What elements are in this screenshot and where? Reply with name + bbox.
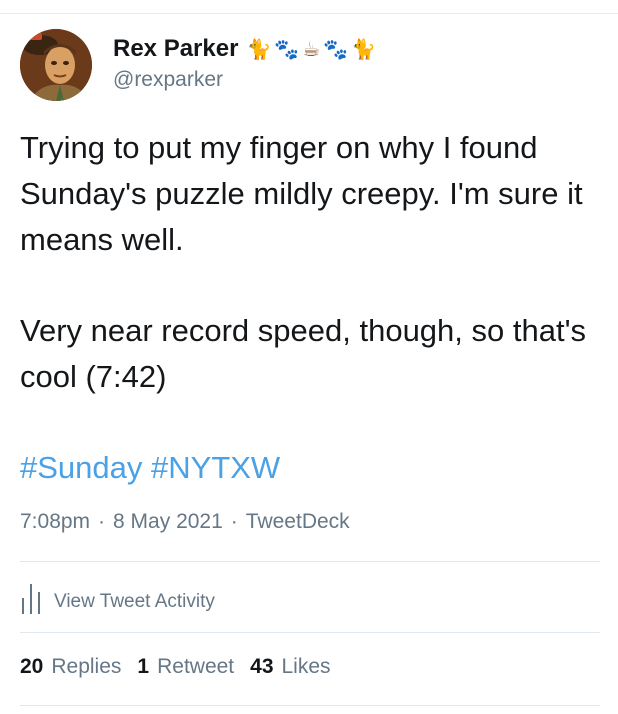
top-divider bbox=[0, 13, 618, 14]
tweet-meta: 7:08pm · 8 May 2021 · TweetDeck bbox=[20, 510, 350, 534]
retweets-label: Retweet bbox=[157, 655, 235, 678]
view-tweet-activity-label: View Tweet Activity bbox=[54, 590, 215, 612]
display-name[interactable]: Rex Parker bbox=[113, 35, 238, 63]
tweet-paragraph: Very near record speed, though, so that'… bbox=[20, 313, 586, 394]
avatar-illustration bbox=[20, 29, 92, 101]
cat-icon: 🐈 bbox=[351, 37, 376, 61]
divider bbox=[20, 705, 600, 706]
name-emojis: 🐈 🐾 ☕ 🐾 🐈 bbox=[246, 39, 379, 59]
retweets-stat[interactable]: 1 Retweet bbox=[137, 655, 234, 679]
tweet-date[interactable]: 8 May 2021 bbox=[113, 510, 223, 534]
hashtag-link[interactable]: #Sunday bbox=[20, 450, 142, 485]
coffee-icon: ☕ bbox=[302, 37, 321, 61]
likes-count: 43 bbox=[250, 655, 274, 678]
cat-icon: 🐈 bbox=[246, 37, 272, 61]
paw-prints-icon: 🐾 bbox=[323, 37, 349, 61]
meta-separator: · bbox=[230, 510, 238, 533]
divider bbox=[20, 561, 600, 562]
hashtag-link[interactable]: #NYTXW bbox=[151, 450, 280, 485]
user-names: Rex Parker 🐈 🐾 ☕ 🐾 🐈 @rexparker bbox=[113, 32, 379, 92]
name-row: Rex Parker 🐈 🐾 ☕ 🐾 🐈 bbox=[113, 32, 379, 66]
tweet-paragraph: Trying to put my finger on why I found S… bbox=[20, 130, 583, 257]
bar-chart-icon bbox=[20, 582, 42, 621]
avatar[interactable] bbox=[20, 29, 92, 101]
replies-label: Replies bbox=[51, 655, 122, 678]
paw-prints-icon: 🐾 bbox=[274, 37, 300, 61]
hashtag-row: #Sunday #NYTXW bbox=[20, 445, 280, 491]
retweets-count: 1 bbox=[137, 655, 150, 678]
replies-stat[interactable]: 20 Replies bbox=[20, 655, 121, 679]
engagement-stats: 20 Replies 1 Retweet 43 Likes bbox=[20, 655, 347, 679]
tweet-header: Rex Parker 🐈 🐾 ☕ 🐾 🐈 @rexparker bbox=[20, 29, 379, 101]
tweet-text: Trying to put my finger on why I found S… bbox=[20, 125, 605, 400]
tweet-time[interactable]: 7:08pm bbox=[20, 510, 90, 534]
likes-stat[interactable]: 43 Likes bbox=[250, 655, 330, 679]
replies-count: 20 bbox=[20, 655, 44, 678]
divider bbox=[20, 632, 600, 633]
likes-label: Likes bbox=[281, 655, 331, 678]
tweet-source[interactable]: TweetDeck bbox=[246, 510, 350, 534]
meta-separator: · bbox=[98, 510, 106, 533]
view-tweet-activity-button[interactable]: View Tweet Activity bbox=[20, 582, 215, 621]
user-handle[interactable]: @rexparker bbox=[113, 68, 379, 92]
